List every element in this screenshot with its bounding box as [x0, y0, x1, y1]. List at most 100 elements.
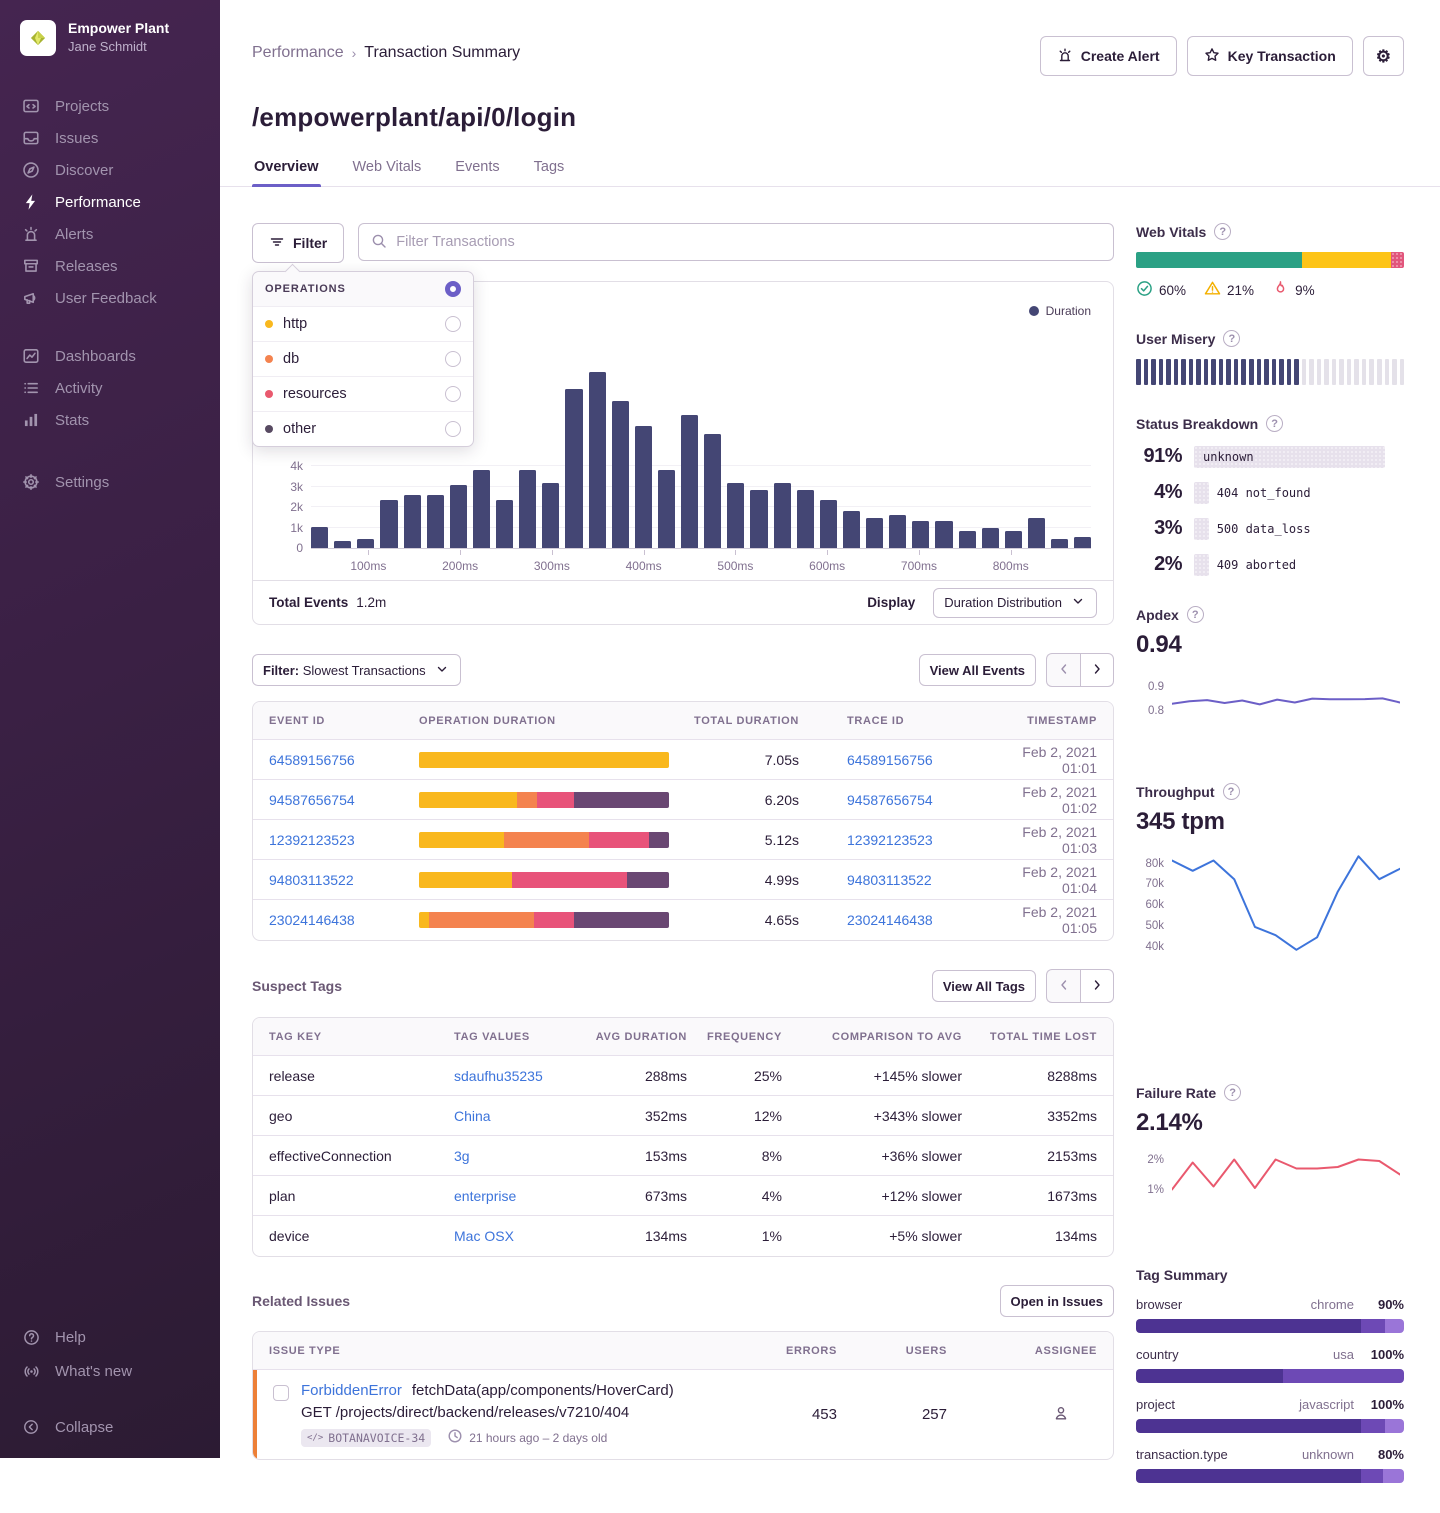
- table-row: 230241464384.65s23024146438Feb 2, 2021 0…: [253, 900, 1113, 940]
- help-icon[interactable]: ?: [1214, 223, 1231, 240]
- event-id-link[interactable]: 94803113522: [269, 872, 419, 888]
- trace-id-link[interactable]: 94587656754: [847, 792, 933, 808]
- sidebar-item-collapse[interactable]: Collapse: [0, 1410, 220, 1444]
- filter-option-radio[interactable]: [445, 386, 461, 402]
- settings-gear-button[interactable]: ⚙: [1363, 36, 1404, 76]
- tab-overview[interactable]: Overview: [252, 159, 321, 187]
- operation-duration-bar: [419, 752, 669, 768]
- breadcrumb-separator-icon: ›: [352, 45, 357, 61]
- dropdown-header-operations[interactable]: OPERATIONS: [253, 272, 473, 306]
- sidebar-item-label: Dashboards: [55, 348, 136, 365]
- throughput-value: 345 tpm: [1136, 808, 1404, 836]
- sidebar-item-help[interactable]: Help: [0, 1320, 220, 1354]
- tag-summary-key: transaction.type: [1136, 1447, 1228, 1462]
- total-events-value: 1.2m: [356, 595, 386, 610]
- search-input[interactable]: [396, 234, 1101, 250]
- web-vitals-percentage: 21%: [1227, 283, 1254, 298]
- tab-events[interactable]: Events: [453, 159, 501, 187]
- sidebar: Empower Plant Jane Schmidt ProjectsIssue…: [0, 0, 220, 1458]
- operation-duration-cell: [419, 912, 681, 928]
- total-duration-value: 6.20s: [681, 792, 799, 808]
- tag-value-link[interactable]: 3g: [454, 1148, 470, 1164]
- misery-tick: [1204, 359, 1209, 385]
- help-icon[interactable]: ?: [1223, 330, 1240, 347]
- trace-id-link[interactable]: 64589156756: [847, 752, 933, 768]
- filter-button[interactable]: Filter: [252, 223, 344, 263]
- tag-value-link[interactable]: China: [454, 1108, 491, 1124]
- sidebar-item-settings[interactable]: Settings: [0, 466, 220, 498]
- next-page-button[interactable]: [1080, 969, 1114, 1003]
- operations-radio-selected[interactable]: [445, 281, 461, 297]
- tag-summary-key: country: [1136, 1347, 1179, 1362]
- key-transaction-button[interactable]: Key Transaction: [1187, 36, 1353, 76]
- event-id-link[interactable]: 64589156756: [269, 752, 419, 768]
- releases-icon: [22, 257, 40, 275]
- resources-span-segment: [589, 832, 649, 848]
- x-axis-label: 200ms: [442, 559, 478, 573]
- view-all-tags-button[interactable]: View All Tags: [932, 970, 1036, 1002]
- filter-option-other[interactable]: other: [253, 411, 473, 446]
- tag-value-link[interactable]: Mac OSX: [454, 1228, 514, 1244]
- misery-tick: [1181, 359, 1186, 385]
- sidebar-item-user-feedback[interactable]: User Feedback: [0, 282, 220, 314]
- help-icon[interactable]: ?: [1266, 415, 1283, 432]
- view-all-events-button[interactable]: View All Events: [919, 654, 1036, 686]
- sidebar-item-what-s-new[interactable]: What's new: [0, 1354, 220, 1388]
- status-label: 500 data_loss: [1217, 522, 1311, 536]
- misery-tick: [1226, 359, 1231, 385]
- previous-page-button[interactable]: [1046, 969, 1080, 1003]
- status-bar-wrap: 409 aborted: [1194, 554, 1404, 576]
- misery-tick: [1211, 359, 1216, 385]
- sidebar-item-activity[interactable]: Activity: [0, 372, 220, 404]
- event-id-link[interactable]: 23024146438: [269, 912, 419, 928]
- total-time-lost-value: 2153ms: [962, 1148, 1097, 1164]
- filter-option-radio[interactable]: [445, 421, 461, 437]
- sidebar-item-label: Stats: [55, 412, 89, 429]
- issue-type-link[interactable]: ForbiddenError: [301, 1382, 402, 1399]
- avg-duration-value: 673ms: [582, 1188, 687, 1204]
- transaction-filter-select[interactable]: Filter: Slowest Transactions: [252, 654, 461, 686]
- event-id-link[interactable]: 94587656754: [269, 792, 419, 808]
- filter-option-http[interactable]: http: [253, 306, 473, 341]
- tab-tags[interactable]: Tags: [532, 159, 567, 187]
- tag-value-link[interactable]: sdaufhu35235: [454, 1068, 543, 1084]
- create-alert-button[interactable]: Create Alert: [1040, 36, 1177, 76]
- filter-option-radio[interactable]: [445, 316, 461, 332]
- filter-option-db[interactable]: db: [253, 341, 473, 376]
- misery-tick: [1392, 359, 1397, 385]
- tag-value-cell: China: [454, 1108, 582, 1124]
- sidebar-item-projects[interactable]: Projects: [0, 90, 220, 122]
- suspect-tags-table-header: TAG KEY TAG VALUES AVG DURATION FREQUENC…: [253, 1018, 1113, 1056]
- breadcrumb-performance[interactable]: Performance: [252, 44, 344, 62]
- next-page-button[interactable]: [1080, 653, 1114, 687]
- trace-id-link[interactable]: 94803113522: [847, 872, 932, 888]
- help-icon[interactable]: ?: [1224, 1084, 1241, 1101]
- sidebar-item-issues[interactable]: Issues: [0, 122, 220, 154]
- trace-id-link[interactable]: 12392123523: [847, 832, 933, 848]
- sidebar-item-performance[interactable]: Performance: [0, 186, 220, 218]
- previous-page-button[interactable]: [1046, 653, 1080, 687]
- sidebar-item-dashboards[interactable]: Dashboards: [0, 340, 220, 372]
- filter-option-resources[interactable]: resources: [253, 376, 473, 411]
- org-switcher[interactable]: Empower Plant Jane Schmidt: [0, 0, 220, 56]
- trace-id-link[interactable]: 23024146438: [847, 912, 933, 928]
- tab-web-vitals[interactable]: Web Vitals: [351, 159, 424, 187]
- display-select[interactable]: Duration Distribution: [933, 588, 1097, 618]
- event-id-link[interactable]: 12392123523: [269, 832, 419, 848]
- sidebar-item-stats[interactable]: Stats: [0, 404, 220, 436]
- help-icon[interactable]: ?: [1223, 783, 1240, 800]
- sidebar-item-discover[interactable]: Discover: [0, 154, 220, 186]
- assignee-avatar-icon[interactable]: [1053, 1405, 1069, 1424]
- tag-summary-title: Tag Summary: [1136, 1267, 1228, 1283]
- help-icon[interactable]: ?: [1187, 606, 1204, 623]
- issue-checkbox[interactable]: [273, 1385, 289, 1401]
- filter-option-radio[interactable]: [445, 351, 461, 367]
- histogram-bar: [935, 521, 952, 548]
- sidebar-item-alerts[interactable]: Alerts: [0, 218, 220, 250]
- user-misery-bar: [1136, 359, 1404, 385]
- open-in-issues-button[interactable]: Open in Issues: [1000, 1285, 1114, 1317]
- sidebar-item-releases[interactable]: Releases: [0, 250, 220, 282]
- tag-value-link[interactable]: enterprise: [454, 1188, 516, 1204]
- related-issues-table: ISSUE TYPE ERRORS USERS ASSIGNEE Forbidd…: [252, 1331, 1114, 1460]
- sidebar-item-label: Collapse: [55, 1419, 113, 1436]
